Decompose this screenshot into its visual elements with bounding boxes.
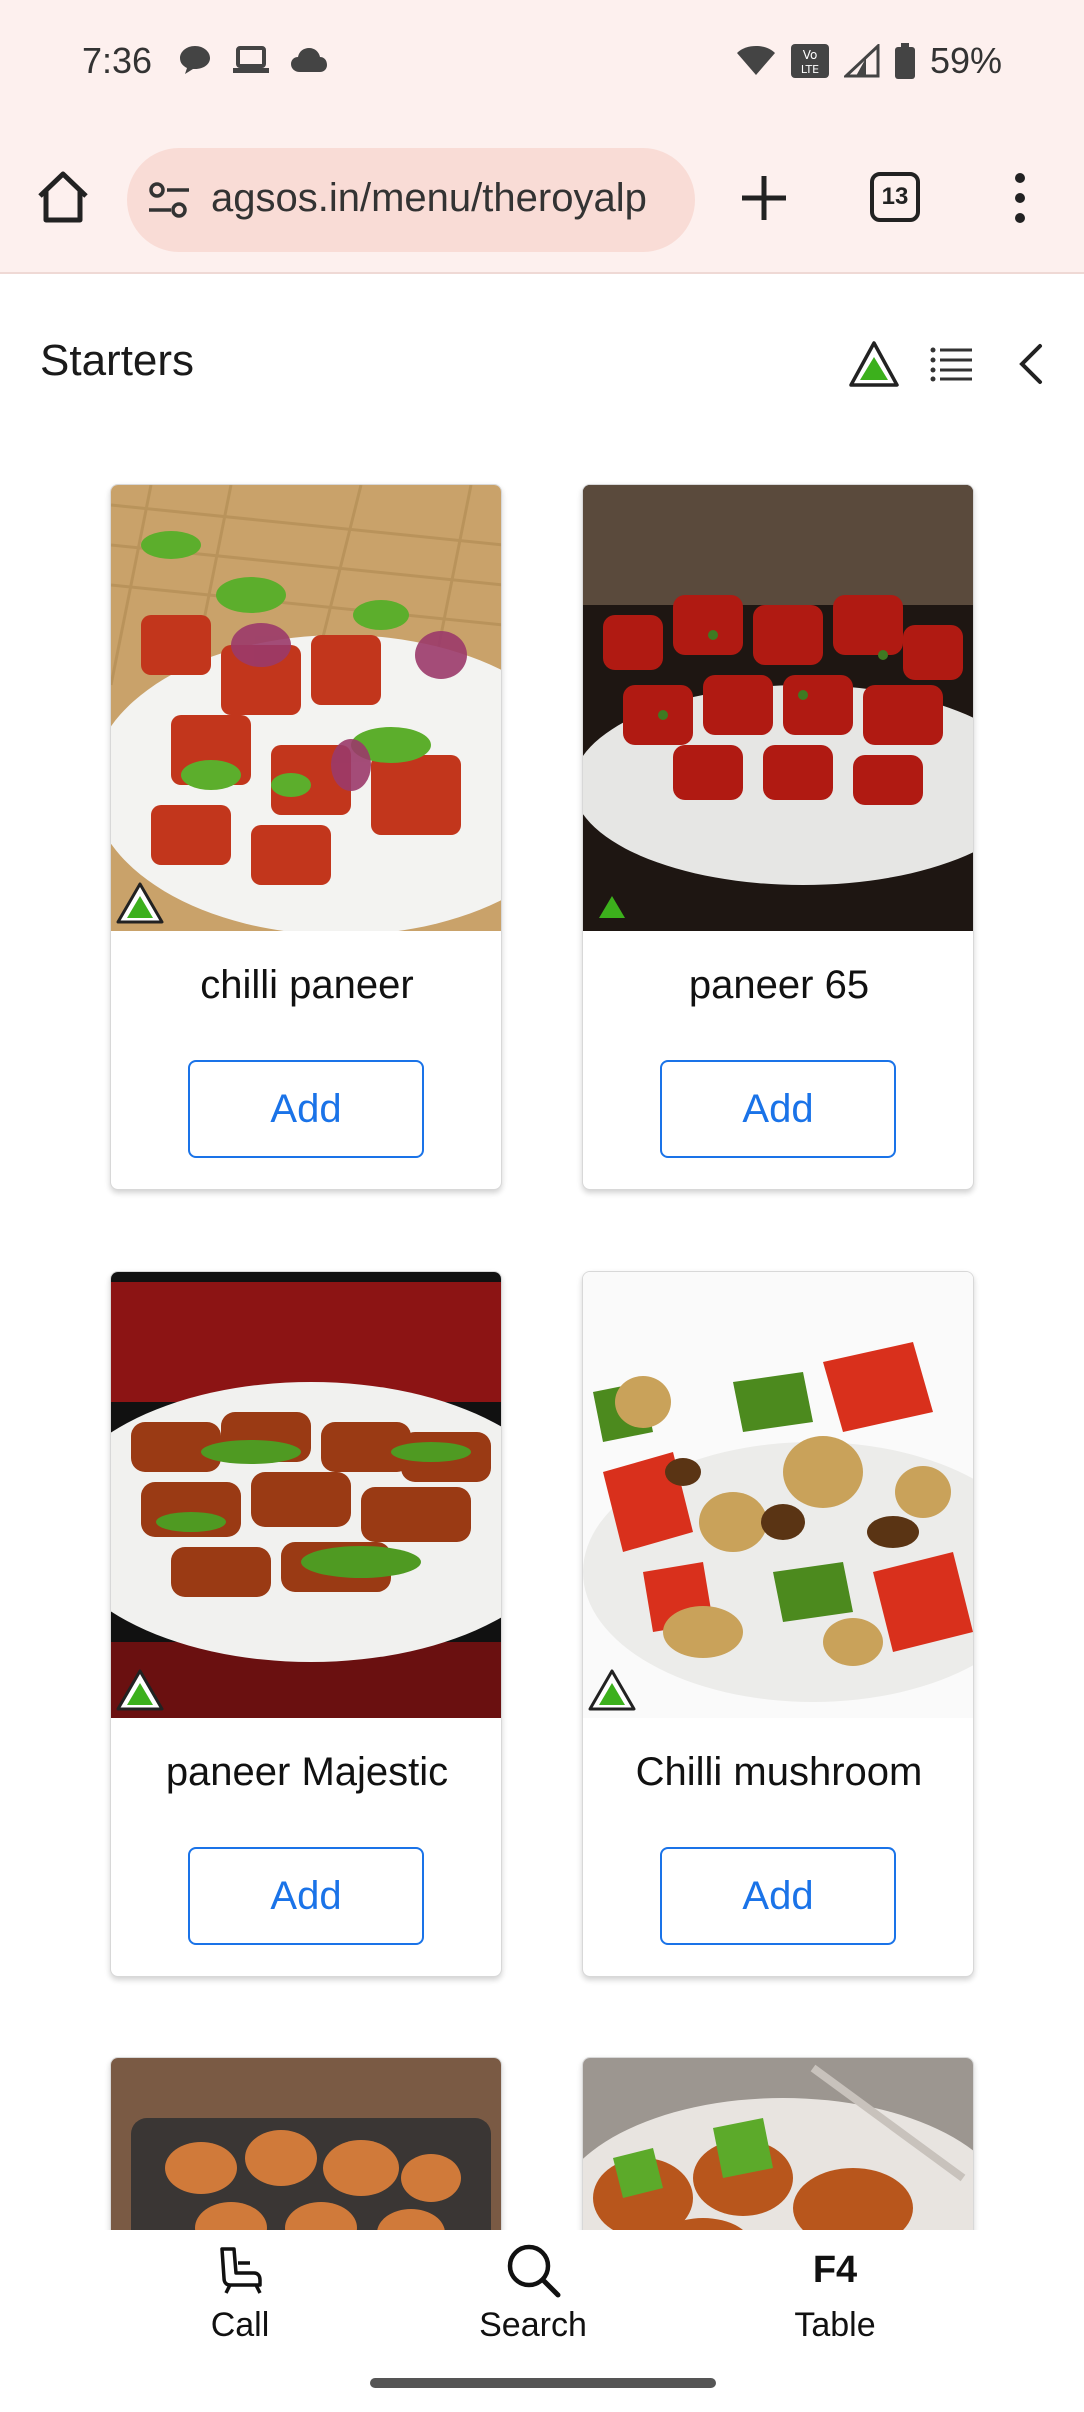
status-time: 7:36 — [82, 40, 153, 81]
dish-image — [583, 2058, 973, 2257]
veg-indicator-icon — [588, 1669, 636, 1711]
add-button[interactable]: Add — [188, 1060, 424, 1158]
search-icon — [503, 2240, 563, 2300]
nav-call[interactable]: Call — [150, 2240, 330, 2360]
wifi-icon — [736, 46, 775, 75]
site-settings-icon[interactable] — [147, 178, 191, 222]
veg-indicator-icon — [116, 882, 164, 924]
dish-name: paneer 65 — [688, 963, 870, 1007]
dish-image — [111, 485, 501, 931]
tab-switcher-button[interactable]: 13 — [870, 172, 920, 222]
back-chevron-icon[interactable] — [1016, 342, 1046, 386]
nav-table-label: Table — [794, 2306, 876, 2344]
add-button[interactable]: Add — [188, 1847, 424, 1945]
laptop-icon — [233, 46, 269, 73]
status-notification-icons — [178, 44, 328, 76]
cloud-icon — [291, 48, 327, 72]
add-button[interactable]: Add — [660, 1060, 896, 1158]
section-title: Starters — [40, 336, 195, 385]
nav-search-label: Search — [479, 2306, 587, 2344]
table-code: F4 — [812, 2249, 858, 2291]
menu-item-card: paneer 65 Add — [582, 484, 974, 1190]
veg-indicator-icon — [116, 1669, 164, 1711]
nav-call-label: Call — [210, 2306, 270, 2344]
svg-text:Vo: Vo — [803, 48, 818, 62]
add-button[interactable]: Add — [660, 1847, 896, 1945]
nav-table[interactable]: F4 Table — [745, 2240, 925, 2360]
url-text[interactable]: agsos.in/menu/theroyalp — [211, 176, 677, 221]
veg-indicator-icon — [599, 896, 625, 918]
volte-icon: VoLTE — [790, 44, 829, 78]
home-icon[interactable] — [34, 168, 92, 226]
status-bar: 7:36 Vo LTE 59% — [0, 0, 1084, 128]
waiter-call-icon — [210, 2240, 270, 2300]
svg-text:LTE: LTE — [801, 63, 819, 76]
menu-item-card: Chilli mushroom Add — [582, 1271, 974, 1977]
dish-name: Chilli mushroom — [635, 1750, 923, 1794]
more-options-icon[interactable] — [1000, 168, 1040, 228]
dish-image — [111, 2058, 501, 2257]
dish-image — [583, 485, 973, 931]
menu-item-card: chilli paneer Add — [110, 484, 502, 1190]
home-indicator[interactable] — [370, 2378, 716, 2388]
dish-image — [111, 1272, 501, 1718]
list-view-icon[interactable] — [930, 346, 974, 382]
menu-item-card: paneer Majestic Add — [110, 1271, 502, 1977]
address-bar[interactable]: agsos.in/menu/theroyalp — [127, 148, 695, 252]
battery-percent: 59% — [929, 40, 1002, 81]
signal-icon — [843, 44, 880, 78]
menu-item-card — [582, 2057, 974, 2257]
dish-name: paneer Majestic — [165, 1750, 449, 1794]
battery-icon — [894, 43, 915, 79]
browser-toolbar: agsos.in/menu/theroyalp 13 — [0, 128, 1084, 274]
new-tab-icon[interactable] — [738, 172, 790, 224]
veg-filter-icon[interactable] — [848, 340, 900, 388]
status-system-icons: Vo LTE 59% — [736, 40, 1002, 82]
nav-search[interactable]: Search — [443, 2240, 623, 2360]
dish-name: chilli paneer — [200, 963, 414, 1007]
chat-bubble-icon — [180, 46, 210, 74]
menu-item-card — [110, 2057, 502, 2257]
dish-image — [583, 1272, 973, 1718]
